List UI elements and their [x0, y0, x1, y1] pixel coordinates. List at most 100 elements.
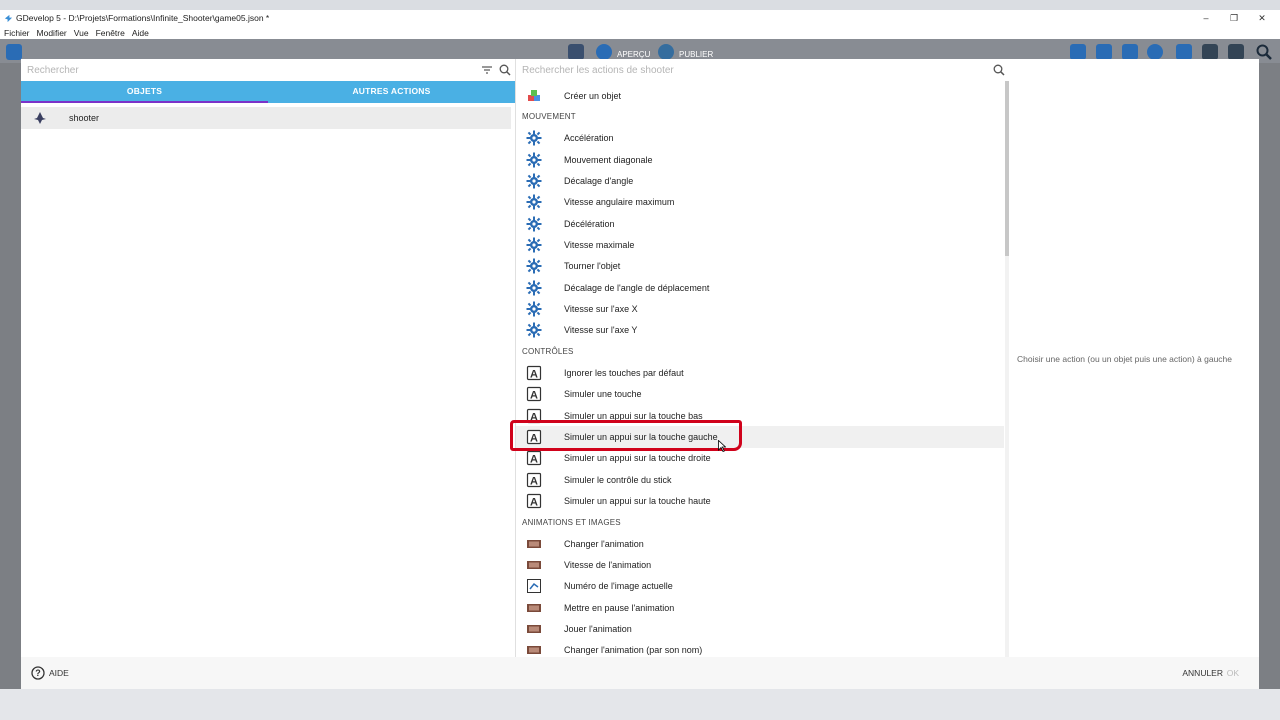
action-label: Changer l'animation (par son nom)	[564, 645, 703, 656]
action-label: Numéro de l'image actuelle	[564, 581, 673, 592]
action-label: Décélération	[564, 218, 615, 229]
action-item[interactable]: Accélération	[516, 128, 1004, 149]
action-item[interactable]: Mettre en pause l'animation	[516, 597, 1004, 618]
svg-text:A: A	[530, 411, 538, 423]
tab-objets[interactable]: OBJETS	[21, 81, 268, 103]
add-object-icon[interactable]	[1070, 44, 1086, 60]
keyboard-key-icon: A	[526, 408, 542, 424]
action-item[interactable]: Changer l'animation	[516, 533, 1004, 554]
objects-search-input[interactable]: Rechercher	[21, 59, 515, 81]
svg-text:A: A	[530, 475, 538, 487]
keyboard-key-icon: A	[526, 365, 542, 381]
action-label: Vitesse sur l'axe X	[564, 303, 638, 314]
preview-label[interactable]: APERÇU	[617, 50, 650, 59]
image-number-icon	[526, 578, 542, 594]
action-item[interactable]: A Simuler un appui sur la touche bas	[516, 405, 1004, 426]
menu-modifier[interactable]: Modifier	[37, 28, 67, 38]
undo-icon[interactable]	[1202, 44, 1218, 60]
action-item[interactable]: A Simuler un appui sur la touche gauche	[516, 426, 1004, 448]
filter-icon[interactable]	[481, 64, 493, 76]
add-group-icon[interactable]	[1096, 44, 1112, 60]
minimize-button[interactable]: –	[1192, 10, 1220, 26]
action-item[interactable]: Vitesse maximale	[516, 234, 1004, 255]
search-toolbar-icon[interactable]	[1256, 44, 1272, 60]
tab-autres-actions[interactable]: AUTRES ACTIONS	[268, 81, 515, 103]
keyboard-key-icon: A	[526, 450, 542, 466]
action-item[interactable]: Décélération	[516, 213, 1004, 234]
sprite-object-icon	[34, 112, 46, 124]
action-detail-panel: Choisir une action (ou un objet puis une…	[1009, 59, 1259, 657]
action-item[interactable]: Vitesse sur l'axe X	[516, 298, 1004, 319]
add-event-icon[interactable]	[1122, 44, 1138, 60]
svg-text:?: ?	[35, 668, 41, 678]
actions-search-input[interactable]: Rechercher les actions de shooter	[516, 59, 1009, 81]
menu-aide[interactable]: Aide	[132, 28, 149, 38]
ok-button[interactable]: OK	[1227, 668, 1239, 678]
action-item[interactable]: A Simuler le contrôle du stick	[516, 469, 1004, 490]
action-item[interactable]: Jouer l'animation	[516, 618, 1004, 639]
active-tab-indicator	[21, 101, 268, 103]
movement-gear-icon	[526, 194, 542, 210]
movement-gear-icon	[526, 173, 542, 189]
animation-film-icon	[526, 536, 542, 552]
close-window-button[interactable]: ✕	[1248, 10, 1276, 26]
menu-vue[interactable]: Vue	[74, 28, 89, 38]
action-label: Simuler le contrôle du stick	[564, 474, 672, 485]
menu-fichier[interactable]: Fichier	[4, 28, 30, 38]
action-item[interactable]: Créer un objet	[516, 85, 1004, 106]
action-item[interactable]: A Simuler une touche	[516, 384, 1004, 405]
svg-text:A: A	[530, 432, 538, 444]
action-item[interactable]: Numéro de l'image actuelle	[516, 576, 1004, 597]
menu-fenetre[interactable]: Fenêtre	[96, 28, 125, 38]
svg-text:A: A	[530, 496, 538, 508]
action-label: Vitesse angulaire maximum	[564, 197, 675, 208]
keyboard-key-icon: A	[526, 493, 542, 509]
action-label: Mettre en pause l'animation	[564, 602, 675, 613]
animation-film-icon	[526, 600, 542, 616]
svg-text:A: A	[530, 390, 538, 402]
actions-panel: Rechercher les actions de shooter Créer …	[515, 59, 1009, 657]
action-label: Décalage d'angle	[564, 175, 634, 186]
movement-gear-icon	[526, 301, 542, 317]
animation-film-icon	[526, 642, 542, 657]
svg-text:A: A	[530, 454, 538, 466]
action-item[interactable]: Tourner l'objet	[516, 256, 1004, 277]
action-label: Simuler une touche	[564, 389, 642, 400]
action-item[interactable]: Changer l'animation (par son nom)	[516, 640, 1004, 657]
action-item[interactable]: Mouvement diagonale	[516, 149, 1004, 170]
project-manager-icon[interactable]	[6, 44, 22, 60]
action-item[interactable]: Vitesse de l'animation	[516, 554, 1004, 575]
publish-label[interactable]: PUBLIER	[679, 50, 713, 59]
search-icon[interactable]	[499, 64, 511, 76]
publish-icon[interactable]	[658, 44, 674, 60]
debugger-icon[interactable]	[568, 44, 584, 60]
action-item[interactable]: Vitesse sur l'axe Y	[516, 320, 1004, 341]
action-item[interactable]: A Ignorer les touches par défaut	[516, 362, 1004, 383]
object-item-shooter[interactable]: shooter	[21, 107, 511, 129]
action-item[interactable]: Vitesse angulaire maximum	[516, 192, 1004, 213]
instruction-selector-dialog: Rechercher OBJETS AUTRES ACTIONS shooter…	[21, 59, 1259, 689]
action-label: Simuler un appui sur la touche haute	[564, 495, 711, 506]
action-item[interactable]: A Simuler un appui sur la touche haute	[516, 490, 1004, 511]
action-item[interactable]: A Simuler un appui sur la touche droite	[516, 448, 1004, 469]
restore-button[interactable]: ❐	[1220, 10, 1248, 26]
movement-gear-icon	[526, 152, 542, 168]
action-item[interactable]: Décalage de l'angle de déplacement	[516, 277, 1004, 298]
section-header: ANIMATIONS ET IMAGES	[522, 517, 621, 527]
keyboard-key-icon: A	[526, 472, 542, 488]
search-icon[interactable]	[993, 64, 1005, 76]
help-button[interactable]: ? AIDE	[31, 666, 69, 680]
redo-icon[interactable]	[1228, 44, 1244, 60]
section-header: CONTRÔLES	[522, 347, 574, 357]
cancel-button[interactable]: ANNULER	[1182, 668, 1223, 678]
preview-play-icon[interactable]	[596, 44, 612, 60]
tab-bar: OBJETS AUTRES ACTIONS	[21, 81, 515, 103]
detail-hint-text: Choisir une action (ou un objet puis une…	[1017, 354, 1233, 364]
add-icon[interactable]	[1147, 44, 1163, 60]
action-label: Décalage de l'angle de déplacement	[564, 282, 710, 293]
background-statusbar	[0, 689, 1280, 720]
create-object-icon	[526, 88, 542, 104]
action-label: Tourner l'objet	[564, 261, 621, 272]
add-comment-icon[interactable]	[1176, 44, 1192, 60]
action-item[interactable]: Décalage d'angle	[516, 170, 1004, 191]
